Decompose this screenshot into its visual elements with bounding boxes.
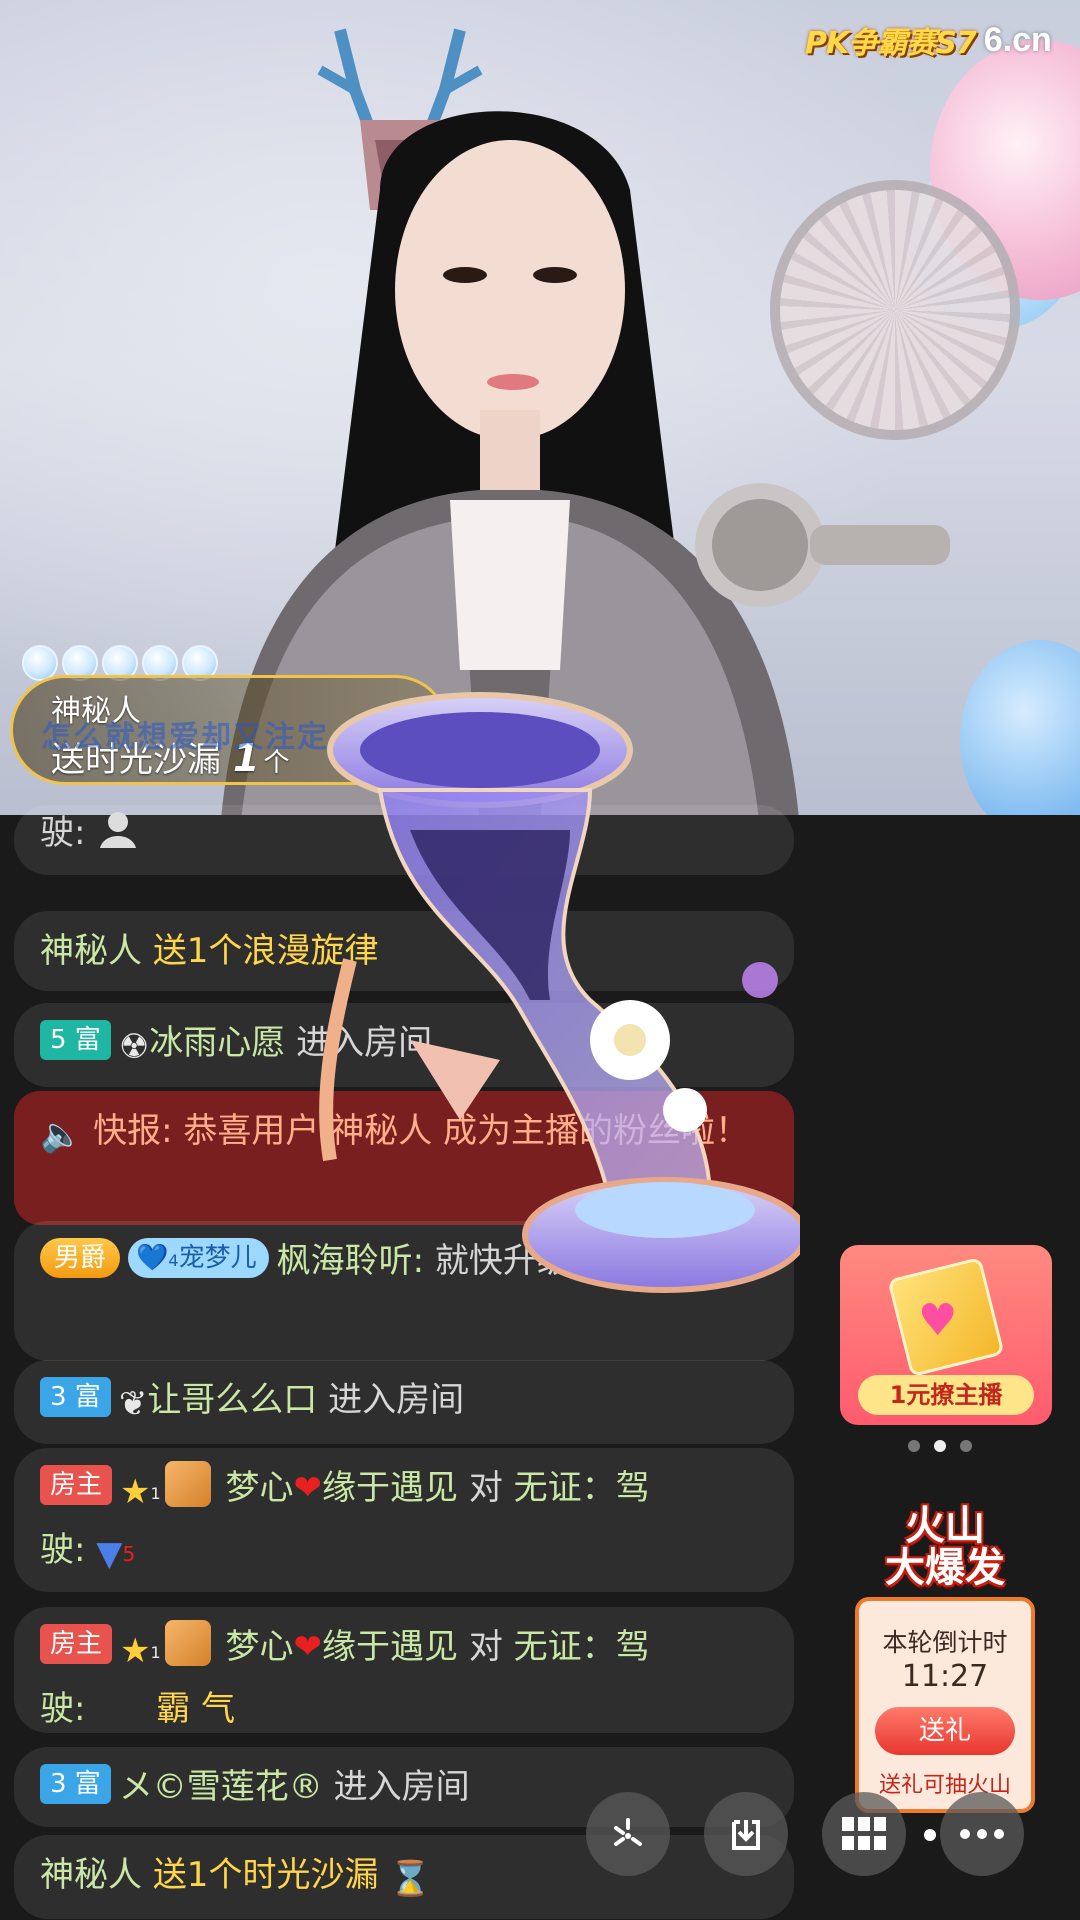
share-icon xyxy=(614,1818,642,1846)
event-title: 火山 大爆发 xyxy=(850,1505,1040,1589)
chat-target[interactable]: 无证：驾 xyxy=(514,1468,650,1508)
rank-chevron-icon: ▼ xyxy=(96,1534,123,1574)
chat-message: 神秘人 送1个时光沙漏 ⌛ xyxy=(14,1835,794,1919)
chat-target-tail: 驶: xyxy=(40,1530,86,1570)
rank-number: 5 xyxy=(122,1542,136,1566)
apps-button[interactable] xyxy=(822,1792,906,1876)
countdown-label: 本轮倒计时 xyxy=(882,1628,1008,1657)
carousel-dot-active xyxy=(934,1440,946,1452)
chat-action: 进入房间 xyxy=(328,1380,465,1420)
fruit-icon: ❦ xyxy=(118,1384,148,1424)
download-icon xyxy=(732,1820,760,1850)
event-panel: 本轮倒计时 11:27 送礼 送礼可抽火山 xyxy=(855,1597,1035,1813)
level-number: 1 xyxy=(150,1484,161,1503)
hourglass-gift-animation xyxy=(319,692,800,1293)
fan-badge: 💙4宠梦儿 xyxy=(128,1238,269,1278)
chat-message: 3 富 ❦让哥么么口 进入房间 xyxy=(14,1360,794,1444)
title-text: 霸 气 xyxy=(156,1689,236,1729)
heart-icon: ♥ xyxy=(918,1295,958,1346)
chat-message: 房主 ★1 梦心❤缘于遇见 对 无证：驾 驶: 霸 气 xyxy=(14,1607,794,1733)
wealth-badge: 3 富 xyxy=(40,1764,111,1804)
promo-card[interactable]: ♥ 1元撩主播 xyxy=(840,1245,1052,1425)
microphone xyxy=(695,483,950,607)
chat-username[interactable]: 让哥么么口 xyxy=(147,1380,317,1420)
countdown-timer: 11:27 xyxy=(901,1659,989,1694)
chat-username[interactable]: 神秘人 xyxy=(40,1855,142,1895)
download-button[interactable] xyxy=(704,1792,788,1876)
chat-message: 房主 ★1 梦心❤缘于遇见 对 无证：驾 驶: ▼5 xyxy=(14,1448,794,1592)
notification-dot xyxy=(924,1829,936,1841)
send-gift-button[interactable]: 送礼 xyxy=(875,1707,1015,1755)
noble-badge: 男爵 xyxy=(40,1238,121,1278)
fan-level: 4 xyxy=(168,1251,179,1270)
chat-username[interactable]: 冰雨心愿 xyxy=(149,1023,285,1063)
apps-grid-icon xyxy=(842,1817,886,1850)
wealth-badge: 3 富 xyxy=(40,1377,111,1417)
gold-bar-icon xyxy=(164,1620,211,1666)
chat-username[interactable]: 梦心 xyxy=(226,1468,294,1508)
chat-text: 驶: xyxy=(40,813,86,853)
event-title-line2: 大爆发 xyxy=(885,1545,1005,1591)
heart-icon: ❤ xyxy=(293,1468,323,1508)
wealth-badge: 5 富 xyxy=(40,1020,111,1060)
chat-username[interactable]: 梦心 xyxy=(226,1627,294,1667)
chat-target[interactable]: 无证：驾 xyxy=(514,1627,650,1667)
carousel-dot xyxy=(960,1440,972,1452)
level-number: 1 xyxy=(150,1643,161,1662)
more-button[interactable] xyxy=(940,1792,1024,1876)
event-tip: 送礼可抽火山 xyxy=(878,1773,1011,1798)
chat-username-suffix: 缘于遇见 xyxy=(322,1627,458,1667)
chat-conj: 对 xyxy=(468,1627,503,1667)
host-badge: 房主 xyxy=(40,1624,113,1664)
site-logo: 6.cn xyxy=(983,20,1052,59)
share-button[interactable] xyxy=(586,1792,670,1876)
hourglass-gift-icon: ⌛ xyxy=(389,1859,432,1899)
heart-icon: ❤ xyxy=(293,1627,323,1667)
chat-username[interactable]: 神秘人 xyxy=(40,931,142,971)
watermark: PK争霸赛S7 6.cn xyxy=(805,18,1052,62)
chat-conj: 对 xyxy=(468,1468,503,1508)
more-icon xyxy=(960,1829,1004,1839)
carousel-dots xyxy=(908,1440,972,1452)
gold-bar-icon xyxy=(164,1461,211,1507)
chat-gift-text: 送1个时光沙漏 xyxy=(152,1855,379,1895)
promo-label: 1元撩主播 xyxy=(858,1375,1034,1415)
chat-target-tail: 驶: xyxy=(40,1689,86,1729)
heart-icon: 💙 xyxy=(136,1243,169,1273)
fan-group-name: 宠梦儿 xyxy=(178,1243,257,1273)
carousel-dot xyxy=(908,1440,920,1452)
pk-event-logo: PK争霸赛S7 xyxy=(805,26,977,61)
event-title-line1: 火山 xyxy=(905,1503,985,1549)
speaker-icon: 🔈 xyxy=(40,1115,83,1155)
song-lyric-overlay: 怎么就想爱却又注定 xyxy=(41,720,329,755)
radiation-icon: ☢ xyxy=(118,1027,150,1067)
volcano-event-widget[interactable]: 火山 大爆发 本轮倒计时 11:27 送礼 送礼可抽火山 xyxy=(850,1505,1040,1815)
avatar-icon xyxy=(96,808,140,865)
chat-username-suffix: 缘于遇见 xyxy=(322,1468,458,1508)
chat-message: 3 富メ©雪莲花® 进入房间 xyxy=(14,1747,794,1827)
star-level-icon: ★ xyxy=(120,1631,151,1671)
host-badge: 房主 xyxy=(40,1465,113,1505)
chat-username[interactable]: メ©雪莲花® xyxy=(119,1767,323,1807)
chat-action: 进入房间 xyxy=(333,1767,470,1807)
star-level-icon: ★ xyxy=(120,1472,151,1512)
